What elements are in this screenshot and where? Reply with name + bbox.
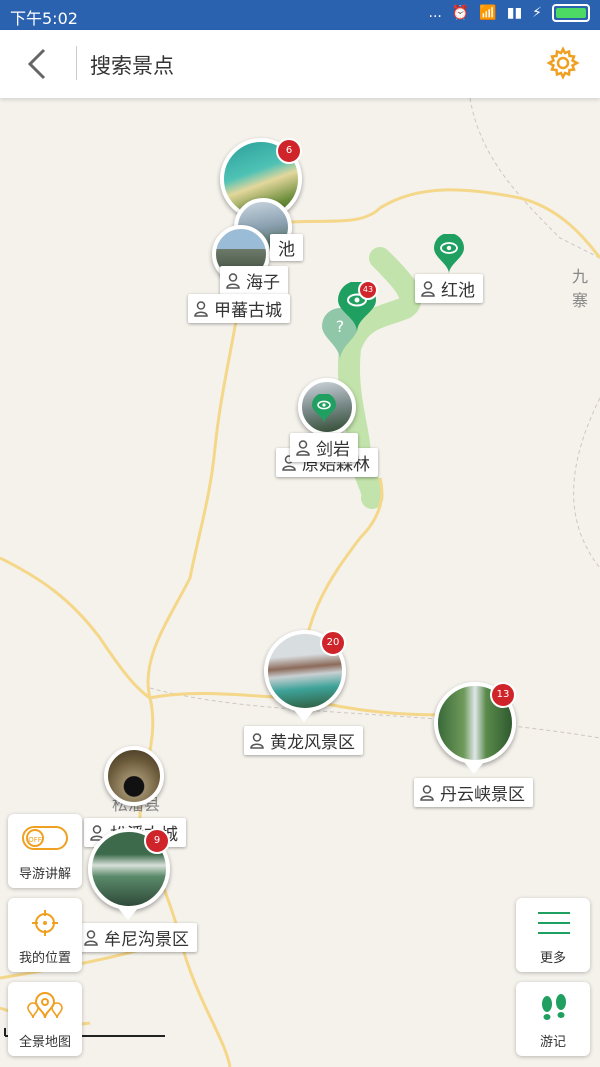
spot-label-mounigou[interactable]: 牟尼沟景区 xyxy=(78,923,197,952)
search-scenic-spots[interactable]: 搜索景点 xyxy=(90,50,174,80)
map-pins-icon xyxy=(27,992,63,1019)
spot-label-hongchi[interactable]: 红池 xyxy=(415,274,483,303)
spot-name: 甲蕃古城 xyxy=(214,301,282,321)
count-badge: 13 xyxy=(490,682,516,708)
marker-pointer xyxy=(294,710,314,722)
status-time: 下午5:02 xyxy=(10,9,78,28)
panorama-map-label: 全景地图 xyxy=(18,1035,71,1050)
status-bar: 下午5:02 ... ⏰ 📶 ▮▮ ⚡ xyxy=(0,0,600,30)
person-icon xyxy=(194,300,208,317)
marker-pointer xyxy=(464,762,484,774)
spot-name: 海子 xyxy=(246,273,280,293)
person-icon xyxy=(250,732,264,749)
spot-name: 剑岩 xyxy=(316,440,350,460)
person-icon xyxy=(420,784,434,801)
spot-name: 黄龙风景区 xyxy=(270,733,355,753)
panorama-map-button[interactable]: 全景地图 xyxy=(8,982,82,1056)
travel-notes-label: 游记 xyxy=(539,1035,566,1050)
gear-icon[interactable] xyxy=(546,46,580,80)
spot-name: 丹云峡景区 xyxy=(440,785,525,805)
person-icon xyxy=(226,272,240,289)
spot-label-jiafan[interactable]: 甲蕃古城 xyxy=(188,294,290,323)
count-badge: 43 xyxy=(358,280,378,300)
my-location-button[interactable]: 我的位置 xyxy=(8,898,82,972)
person-icon xyxy=(421,280,435,297)
spot-label-haizi[interactable]: 海子 xyxy=(220,266,288,295)
guide-toggle-button[interactable]: OFF 导游讲解 xyxy=(8,814,82,888)
alarm-icon: ⏰ xyxy=(451,5,470,21)
toggle-state: OFF xyxy=(26,829,44,847)
top-nav: 搜索景点 xyxy=(0,30,600,98)
map-canvas[interactable]: 九寨 松潘县 6 池 海子 甲蕃古城 红池 ? 43 xyxy=(0,98,600,1067)
more-label: 更多 xyxy=(539,951,566,966)
spot-label-jianyan[interactable]: 剑岩 xyxy=(290,433,358,462)
spot-name: 牟尼沟景区 xyxy=(104,930,189,950)
guide-toggle-label: 导游讲解 xyxy=(18,867,71,882)
spot-label-chi[interactable]: 池 xyxy=(270,234,303,261)
toggle-switch[interactable]: OFF xyxy=(22,826,68,850)
count-badge: 6 xyxy=(276,138,302,164)
spot-label-danyun[interactable]: 丹云峡景区 xyxy=(414,778,533,807)
my-location-label: 我的位置 xyxy=(18,951,71,966)
status-icons: ... ⏰ 📶 ▮▮ ⚡ xyxy=(428,4,590,22)
eye-pin-icon[interactable] xyxy=(434,234,464,274)
battery-icon xyxy=(552,4,590,22)
crosshair-icon xyxy=(32,910,58,936)
charging-icon: ⚡ xyxy=(532,5,542,21)
signal-icon: ▮▮ xyxy=(506,5,523,21)
footprints-icon xyxy=(542,994,566,1020)
more-dots-icon: ... xyxy=(428,5,442,21)
person-icon xyxy=(296,439,310,456)
menu-lines-icon xyxy=(538,912,570,934)
travel-notes-button[interactable]: 游记 xyxy=(516,982,590,1056)
eye-pin-icon[interactable] xyxy=(312,394,336,424)
wifi-icon: 📶 xyxy=(479,5,497,21)
spot-name: 红池 xyxy=(441,281,475,301)
count-badge: 9 xyxy=(144,828,170,854)
person-icon xyxy=(84,929,98,946)
count-badge: 20 xyxy=(320,630,346,656)
spot-label-huanglong[interactable]: 黄龙风景区 xyxy=(244,726,363,755)
spot-thumbnail xyxy=(104,746,164,806)
back-arrow-icon[interactable] xyxy=(22,46,58,82)
marker-pointer xyxy=(118,908,138,920)
nav-divider xyxy=(76,46,77,80)
place-label-jiuzhai: 九寨 xyxy=(572,267,589,310)
more-button[interactable]: 更多 xyxy=(516,898,590,972)
spot-name: 池 xyxy=(278,240,295,260)
